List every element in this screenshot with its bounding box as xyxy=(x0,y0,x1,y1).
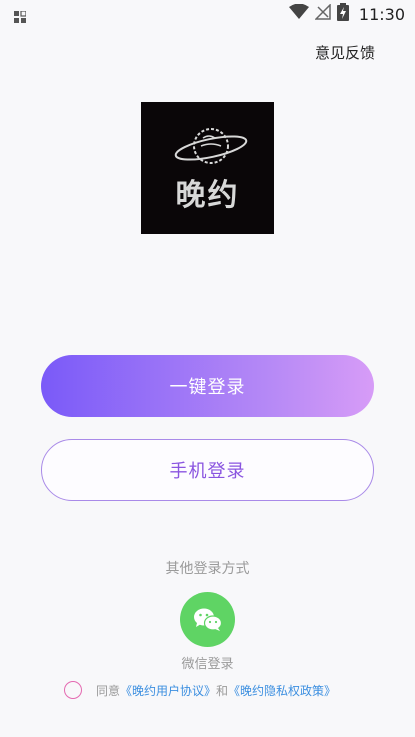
other-login-title: 其他登录方式 xyxy=(165,561,250,577)
wechat-login-label: 微信登录 xyxy=(181,657,234,672)
feedback-link[interactable]: 意见反馈 xyxy=(315,42,375,63)
agree-checkbox[interactable] xyxy=(64,681,82,699)
wechat-login-button[interactable] xyxy=(180,592,235,647)
app-logo: 晚约 xyxy=(141,102,274,234)
status-time: 11:30 xyxy=(358,4,405,24)
wifi-icon xyxy=(288,3,309,24)
status-icons: 11:30 xyxy=(288,3,405,25)
status-bar: 11:30 xyxy=(0,0,415,28)
agree-prefix: 同意 xyxy=(96,683,121,698)
phone-login-button[interactable]: 手机登录 xyxy=(41,439,374,501)
agree-conjunction: 和 xyxy=(216,683,229,698)
logo-text: 晚约 xyxy=(175,178,240,213)
privacy-policy-link[interactable]: 《晚约隐私权政策》 xyxy=(228,682,336,699)
battery-charging-icon xyxy=(336,3,349,25)
no-signal-icon xyxy=(314,3,331,24)
notification-grid-icon xyxy=(14,8,27,23)
user-agreement-link[interactable]: 《晚约用户协议》 xyxy=(120,682,216,699)
planet-icon xyxy=(174,128,248,164)
agreement-row: 同意 《晚约用户协议》 和 《晚约隐私权政策》 xyxy=(64,679,336,701)
wechat-icon xyxy=(193,608,222,631)
quick-login-button[interactable]: 一键登录 xyxy=(41,355,374,417)
